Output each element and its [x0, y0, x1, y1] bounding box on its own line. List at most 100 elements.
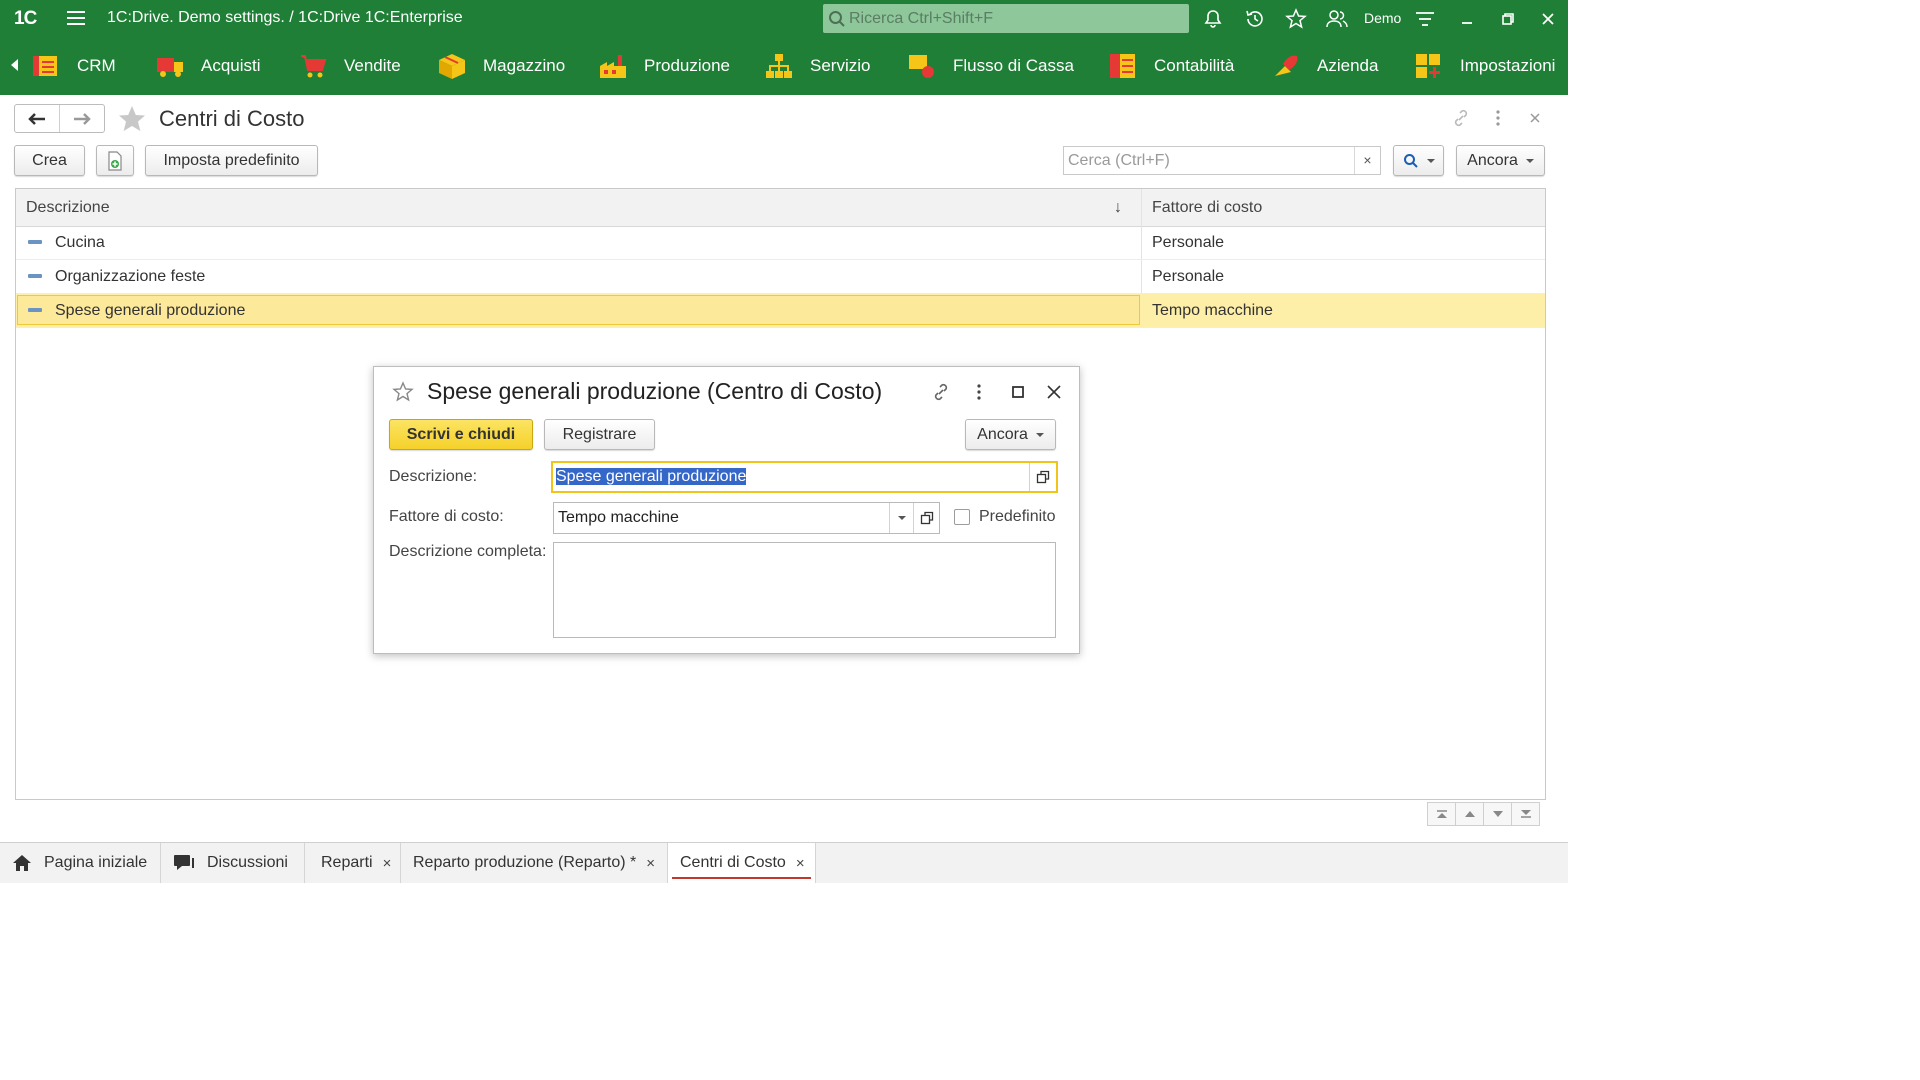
full-description-textarea[interactable]: [553, 542, 1056, 638]
create-button[interactable]: Crea: [14, 145, 85, 176]
cost-factor-field[interactable]: Tempo macchine: [553, 502, 940, 534]
truck-icon: [157, 58, 183, 77]
close-form-icon[interactable]: [1527, 108, 1543, 128]
tab-close-icon[interactable]: ×: [383, 855, 392, 872]
set-default-button[interactable]: Imposta predefinito: [145, 145, 318, 176]
section-servizio[interactable]: Servizio: [764, 37, 870, 95]
app-title: 1C:Drive. Demo settings. / 1C:Drive 1C:E…: [107, 9, 463, 26]
column-header-description[interactable]: Descrizione: [26, 189, 110, 226]
company-icon: [1275, 55, 1298, 76]
tab-reparto-produzione[interactable]: Reparto produzione (Reparto) * ×: [401, 843, 668, 883]
maximize-icon[interactable]: [1010, 384, 1026, 400]
link-icon[interactable]: [1451, 108, 1471, 128]
open-windows-bar: Pagina iniziale Discussioni Reparti × Re…: [0, 842, 1568, 883]
scroll-up-button[interactable]: [1455, 802, 1484, 826]
favorite-star-icon[interactable]: [392, 381, 414, 403]
forward-button[interactable]: [59, 105, 104, 132]
table-row[interactable]: Cucina Personale: [16, 226, 1545, 260]
chevron-down-icon: [1426, 158, 1435, 163]
scroll-top-button[interactable]: [1427, 802, 1456, 826]
dialog-title: Spese generali produzione (Centro di Cos…: [427, 378, 883, 404]
open-window-icon: [920, 511, 933, 525]
chevron-down-icon: [1525, 158, 1534, 163]
section-produzione[interactable]: Produzione: [598, 37, 730, 95]
tab-discussions[interactable]: Discussioni: [161, 843, 305, 883]
column-header-cost-factor[interactable]: Fattore di costo: [1152, 189, 1262, 226]
tab-home[interactable]: Pagina iniziale: [0, 843, 161, 883]
minimize-icon[interactable]: [1455, 7, 1479, 31]
more-button[interactable]: Ancora: [1456, 145, 1545, 176]
section-azienda[interactable]: Azienda: [1271, 37, 1378, 95]
dialog-more-button[interactable]: Ancora: [965, 419, 1056, 450]
cell-cost-factor: Personale: [1152, 234, 1225, 251]
open-field-button[interactable]: [913, 503, 939, 533]
table-row-selected[interactable]: Spese generali produzione Tempo macchine: [16, 294, 1545, 328]
tab-reparti[interactable]: Reparti ×: [305, 843, 401, 883]
restore-icon[interactable]: [1496, 7, 1520, 31]
link-icon[interactable]: [931, 382, 951, 402]
create-copy-button[interactable]: [96, 145, 134, 176]
scroll-up-icon: [1464, 811, 1475, 817]
section-impostazioni[interactable]: Impostazioni: [1414, 37, 1555, 95]
chevron-down-icon: [898, 516, 906, 520]
star-icon[interactable]: [1284, 7, 1308, 31]
title-bar: 1C 1C:Drive. Demo settings. / 1C:Drive 1…: [0, 0, 1568, 37]
back-button[interactable]: [15, 105, 59, 132]
main-menu-icon[interactable]: [67, 11, 85, 25]
section-flusso-di-cassa[interactable]: Flusso di Cassa: [907, 37, 1074, 95]
search-icon: [829, 11, 845, 27]
more-vertical-icon[interactable]: [972, 382, 986, 402]
scroll-last-icon: [1520, 810, 1531, 818]
favorite-star-icon[interactable]: [117, 104, 147, 134]
close-icon[interactable]: [1046, 384, 1062, 400]
tab-close-icon[interactable]: ×: [646, 855, 655, 872]
table-row[interactable]: Organizzazione feste Personale: [16, 260, 1545, 294]
user-name[interactable]: Demo: [1364, 10, 1401, 26]
description-field[interactable]: Spese generali produzione: [551, 461, 1058, 493]
search-button[interactable]: [1393, 145, 1444, 176]
close-icon[interactable]: [1536, 7, 1560, 31]
section-crm[interactable]: CRM: [31, 37, 116, 95]
filter-icon[interactable]: [1413, 7, 1437, 31]
home-icon: [13, 855, 31, 871]
open-field-button[interactable]: [1029, 463, 1056, 491]
arrow-right-icon: [74, 112, 91, 125]
scroll-down-icon: [1492, 811, 1503, 817]
section-contabilita[interactable]: Contabilità: [1108, 37, 1234, 95]
sort-desc-icon: ↓: [1114, 199, 1122, 216]
cost-factor-label: Fattore di costo:: [389, 508, 504, 525]
list-search-input[interactable]: Cerca (Ctrl+F) ×: [1063, 146, 1381, 175]
cash-icon: [909, 55, 934, 78]
cell-cost-factor: Personale: [1152, 268, 1225, 285]
bell-icon[interactable]: [1201, 7, 1225, 31]
section-vendite[interactable]: Vendite: [298, 37, 401, 95]
scroll-down-button[interactable]: [1483, 802, 1512, 826]
item-icon: [28, 240, 42, 244]
history-icon[interactable]: [1243, 7, 1267, 31]
new-document-icon: [108, 150, 122, 171]
section-magazzino[interactable]: Magazzino: [437, 37, 565, 95]
more-vertical-icon[interactable]: [1490, 108, 1506, 128]
hierarchy-icon: [766, 54, 792, 78]
default-label[interactable]: Predefinito: [979, 508, 1056, 526]
app-logo: 1C: [14, 8, 37, 29]
sections-bar: CRM Acquisti Vendite Magazzino Produzion…: [0, 37, 1568, 95]
save-and-close-button[interactable]: Scrivi e chiudi: [389, 419, 533, 450]
search-clear-button[interactable]: ×: [1354, 147, 1380, 174]
global-search-input[interactable]: Ricerca Ctrl+Shift+F: [823, 4, 1189, 33]
section-acquisti[interactable]: Acquisti: [155, 37, 261, 95]
scroll-left-icon[interactable]: [11, 59, 18, 71]
save-button[interactable]: Registrare: [544, 419, 655, 450]
settings-grid-icon: [1416, 54, 1440, 78]
users-icon[interactable]: [1325, 7, 1349, 31]
nav-buttons: [14, 104, 105, 133]
cell-description: Spese generali produzione: [55, 302, 246, 319]
scroll-bottom-button[interactable]: [1511, 802, 1540, 826]
open-window-icon: [1036, 470, 1050, 484]
default-checkbox[interactable]: [954, 509, 970, 525]
tab-centri-di-costo[interactable]: Centri di Costo ×: [668, 843, 816, 883]
cart-icon: [301, 55, 327, 78]
cost-factor-dropdown-button[interactable]: [889, 503, 914, 533]
tab-close-icon[interactable]: ×: [796, 855, 805, 872]
full-description-label: Descrizione completa:: [389, 543, 547, 560]
